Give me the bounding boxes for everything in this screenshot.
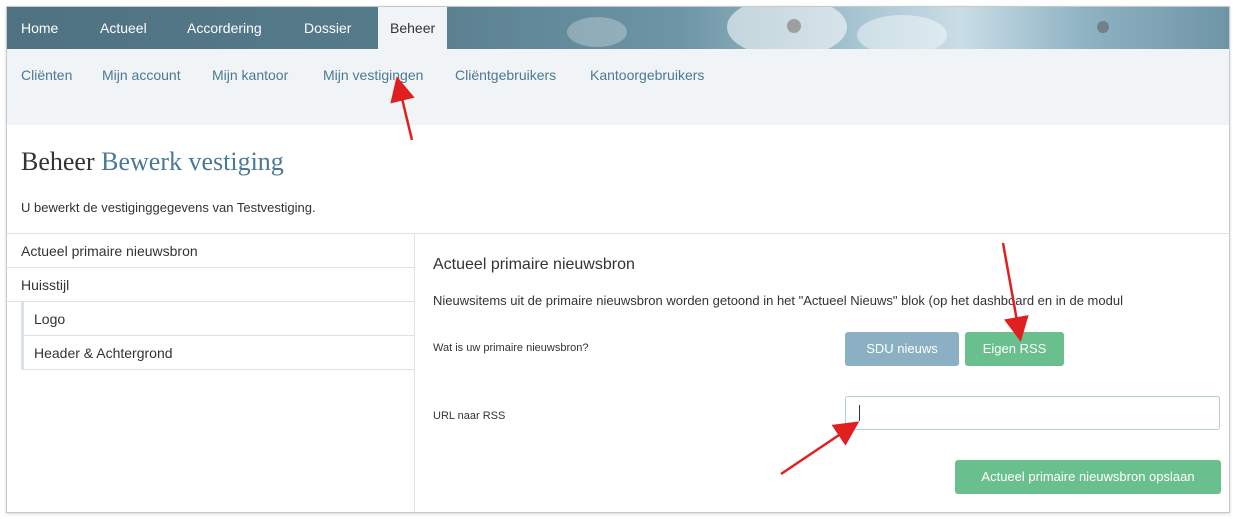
nav-tab-beheer[interactable]: Beheer (378, 7, 448, 49)
text-cursor (859, 405, 860, 421)
sub-navigation: Cliënten Mijn account Mijn kantoor Mijn … (7, 49, 1229, 125)
sdu-nieuws-button[interactable]: SDU nieuws (845, 332, 959, 366)
subnav-kantoorgebruikers[interactable]: Kantoorgebruikers (590, 67, 704, 83)
eigen-rss-button[interactable]: Eigen RSS (965, 332, 1064, 366)
rss-url-input[interactable] (845, 396, 1220, 430)
menu-item-primaire-nieuwsbron[interactable]: Actueel primaire nieuwsbron (7, 234, 415, 268)
nav-tab-accordering[interactable]: Accordering (187, 7, 262, 49)
settings-panel: Actueel primaire nieuwsbron Nieuwsitems … (415, 233, 1229, 512)
page-title-accent: Bewerk vestiging (101, 147, 284, 176)
menu-item-huisstijl[interactable]: Huisstijl (7, 268, 415, 302)
panel-title: Actueel primaire nieuwsbron (433, 256, 635, 273)
panel-description: Nieuwsitems uit de primaire nieuwsbron w… (433, 293, 1123, 308)
nav-tab-home[interactable]: Home (21, 7, 58, 49)
subnav-mijn-kantoor[interactable]: Mijn kantoor (212, 67, 288, 83)
submenu-item-header-achtergrond[interactable]: Header & Achtergrond (21, 336, 415, 370)
primary-source-label: Wat is uw primaire nieuwsbron? (433, 342, 589, 354)
subnav-clientgebruikers[interactable]: Cliëntgebruikers (455, 67, 556, 83)
top-navigation: Home Actueel Accordering Dossier Beheer (7, 7, 1229, 57)
page-title-prefix: Beheer (21, 147, 95, 176)
submenu-item-logo[interactable]: Logo (21, 302, 415, 336)
app-frame: Home Actueel Accordering Dossier Beheer … (6, 6, 1230, 513)
rss-url-label: URL naar RSS (433, 410, 506, 422)
header-background-blossom (567, 17, 627, 47)
header-background-blossom (1097, 21, 1109, 33)
page-title: Beheer Bewerk vestiging (21, 147, 284, 177)
header-background-blossom (787, 19, 801, 33)
subnav-clienten[interactable]: Cliënten (21, 67, 72, 83)
nav-tab-actueel[interactable]: Actueel (100, 7, 147, 49)
subnav-mijn-account[interactable]: Mijn account (102, 67, 181, 83)
settings-menu: Actueel primaire nieuwsbron Huisstijl Lo… (7, 233, 415, 512)
page-intro: U bewerkt de vestiginggegevens van Testv… (21, 200, 316, 215)
subnav-mijn-vestigingen[interactable]: Mijn vestigingen (323, 67, 423, 83)
nav-tab-dossier[interactable]: Dossier (304, 7, 351, 49)
save-nieuwsbron-button[interactable]: Actueel primaire nieuwsbron opslaan (955, 460, 1221, 494)
